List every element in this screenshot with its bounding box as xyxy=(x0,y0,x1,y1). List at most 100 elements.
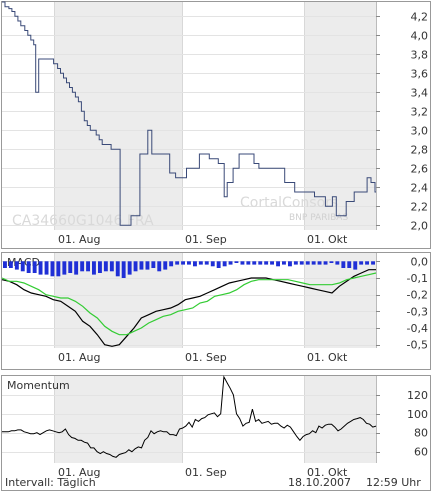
macd-hist-bar xyxy=(103,261,108,272)
macd-hist-bar xyxy=(323,261,328,265)
price-y-axis: 4,2 4,0 3,8 3,6 3,4 3,2 3,0 2,8 2,6 2,4 2,2 2,0 xyxy=(376,10,428,232)
macd-hist-bar xyxy=(288,261,292,267)
y-tick-label: 3,4 xyxy=(411,86,429,99)
momentum-title: Momentum xyxy=(7,379,70,392)
macd-hist-bar xyxy=(14,261,19,270)
macd-hist-bar xyxy=(20,261,25,272)
macd-hist-bar xyxy=(127,261,132,275)
macd-hist-bar xyxy=(109,261,114,272)
chart-root: CortalConsors BNP PARIBAS CA34660G1046 F… xyxy=(0,0,432,494)
macd-hist-bar xyxy=(234,261,239,263)
macd-hist-bar xyxy=(240,261,245,265)
macd-hist-bar xyxy=(26,261,31,273)
macd-hist-bar xyxy=(92,261,96,275)
y-tick-label: 3,6 xyxy=(411,67,429,80)
watermark-brand: CortalConsors xyxy=(240,195,338,211)
macd-hist-bar xyxy=(222,261,227,267)
macd-hist-bar xyxy=(175,261,180,265)
y-tick-label: 3,8 xyxy=(411,48,429,61)
macd-hist-bar xyxy=(80,261,85,272)
macd-hist-bar xyxy=(252,261,257,265)
macd-hist-bar xyxy=(193,261,197,267)
shade-band xyxy=(54,2,182,230)
watermark-sub: BNP PARIBAS xyxy=(289,213,348,223)
macd-hist-bar xyxy=(187,261,191,265)
macd-hist-bar xyxy=(282,261,286,265)
macd-hist-bar xyxy=(299,261,304,265)
macd-hist-bar xyxy=(62,261,67,275)
macd-hist-bar xyxy=(216,261,221,268)
y-tick-label: 3,0 xyxy=(411,124,429,137)
macd-hist-bar xyxy=(359,261,364,265)
macd-hist-bar xyxy=(163,261,168,270)
y-tick-label: -0,5 xyxy=(407,339,428,352)
y-tick-label: -0,1 xyxy=(407,272,428,285)
macd-hist-bar xyxy=(210,261,215,267)
x-tick-label: 01. Okt xyxy=(307,233,348,246)
macd-hist-bar xyxy=(68,261,73,273)
x-tick-label: 01. Aug xyxy=(58,233,100,246)
y-tick-label: 60 xyxy=(414,446,428,459)
macd-hist-bar xyxy=(38,261,43,275)
footer-time: 12:59 Uhr xyxy=(366,476,421,489)
footer-interval: Intervall: Täglich xyxy=(5,476,96,489)
macd-hist-bar xyxy=(86,261,90,272)
y-tick-label: -0,3 xyxy=(407,305,428,318)
macd-hist-bar xyxy=(371,261,375,265)
chart-svg: CortalConsors BNP PARIBAS CA34660G1046 F… xyxy=(1,1,431,491)
shade-band xyxy=(304,253,376,348)
y-tick-label: -0,4 xyxy=(407,322,428,335)
x-tick-label: 01. Sep xyxy=(185,466,227,479)
y-tick-label: 2,0 xyxy=(411,219,429,232)
macd-hist-bar xyxy=(145,261,150,270)
y-tick-label: 2,6 xyxy=(411,162,429,175)
macd-hist-bar xyxy=(115,261,120,277)
macd-shading xyxy=(54,253,377,348)
macd-hist-bar xyxy=(139,261,144,270)
footer-date: 18.10.2007 xyxy=(288,476,351,489)
macd-hist-bar xyxy=(8,261,13,268)
x-tick-label: 01. Sep xyxy=(185,233,227,246)
macd-hist-bar xyxy=(258,261,263,265)
macd-y-axis: 0,0 -0,1 -0,2 -0,3 -0,4 -0,5 xyxy=(376,255,429,352)
macd-hist-bar xyxy=(98,261,102,273)
x-tick-label: 01. Okt xyxy=(307,351,348,364)
macd-hist-bar xyxy=(133,261,138,272)
macd-hist-bar xyxy=(293,261,298,265)
y-tick-label: 4,2 xyxy=(411,10,429,23)
macd-x-axis: 01. Aug 01. Sep 01. Okt xyxy=(58,351,348,364)
macd-hist-bar xyxy=(204,261,209,265)
y-tick-label: 80 xyxy=(414,427,428,440)
macd-hist-bar xyxy=(353,261,358,270)
macd-hist-bar xyxy=(44,261,49,275)
y-tick-label: -0,2 xyxy=(407,289,428,302)
macd-hist-bar xyxy=(335,261,340,265)
shade-band xyxy=(54,376,182,463)
y-tick-label: 100 xyxy=(407,408,428,421)
macd-hist-bar xyxy=(228,261,233,265)
macd-hist-bar xyxy=(264,261,269,265)
macd-hist-bar xyxy=(56,261,61,277)
macd-hist-bar xyxy=(311,261,316,265)
macd-hist-bar xyxy=(181,261,185,265)
macd-hist-bar xyxy=(74,261,79,275)
macd-hist-bar xyxy=(317,261,322,265)
macd-hist-bar xyxy=(50,261,55,277)
macd-hist-bar xyxy=(3,261,7,268)
price-x-axis: 01. Aug 01. Sep 01. Okt xyxy=(58,233,348,246)
y-tick-label: 2,2 xyxy=(411,200,429,213)
y-tick-label: 0,0 xyxy=(411,255,429,268)
y-tick-label: 2,4 xyxy=(411,181,429,194)
macd-hist-bar xyxy=(169,261,174,267)
macd-hist-bar xyxy=(329,261,334,263)
macd-hist-bar xyxy=(276,261,280,267)
y-tick-label: 2,8 xyxy=(411,143,429,156)
momentum-y-axis: 120 100 80 60 xyxy=(376,389,428,459)
macd-hist-bar xyxy=(365,261,369,265)
macd-hist-bar xyxy=(341,261,346,268)
macd-hist-bar xyxy=(198,261,203,265)
y-tick-label: 120 xyxy=(407,389,428,402)
macd-hist-bar xyxy=(246,261,251,265)
macd-hist-bar xyxy=(270,261,274,265)
shade-band xyxy=(304,376,376,463)
